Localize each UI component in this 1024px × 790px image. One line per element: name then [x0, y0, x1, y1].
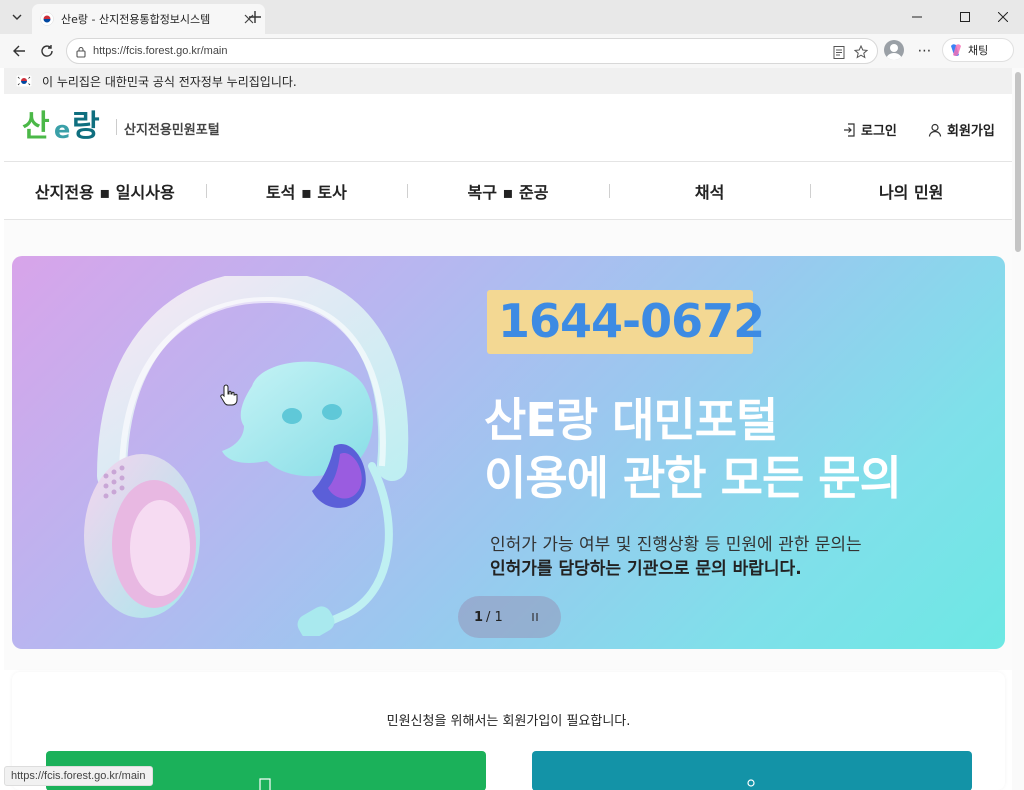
document-icon — [259, 778, 271, 790]
login-link[interactable]: 로그인 — [842, 120, 897, 139]
nav-item-my-applications[interactable]: 나의 민원 — [810, 162, 1012, 220]
logo-divider — [116, 119, 117, 135]
browser-tab-active[interactable]: 산e랑 - 산지전용통합정보시스템 — [32, 4, 265, 34]
refresh-icon[interactable] — [36, 40, 58, 62]
hand-cursor-icon — [220, 384, 238, 406]
pager-total: / 1 — [486, 609, 503, 625]
window-close-icon[interactable] — [980, 0, 1024, 34]
banner-headline-line2: 이용에 관한 모든 문의 — [484, 451, 902, 505]
lock-icon[interactable] — [73, 44, 89, 60]
site-subtitle: 산지전용민원포털 — [124, 123, 220, 138]
gov-official-banner: 이 누리집은 대한민국 공식 전자정부 누리집입니다. — [4, 68, 1012, 94]
browser-toolbar: https://fcis.forest.go.kr/main — [0, 34, 1024, 68]
copilot-button[interactable]: 채팅 — [942, 38, 1014, 62]
address-bar[interactable]: https://fcis.forest.go.kr/main — [66, 38, 878, 64]
svg-text:산: 산 — [22, 109, 50, 144]
minimize-icon[interactable] — [894, 0, 940, 34]
banner-description-line1: 인허가 가능 여부 및 진행상황 등 민원에 관한 문의는 — [490, 535, 862, 555]
more-menu-icon[interactable]: ⋯ — [916, 42, 934, 60]
copilot-label: 채팅 — [968, 44, 989, 57]
headset-illustration — [84, 276, 409, 636]
favorite-star-icon[interactable] — [853, 44, 869, 60]
back-arrow-icon[interactable] — [8, 40, 30, 62]
scrollbar-thumb[interactable] — [1015, 72, 1021, 252]
banner-headline-line1: 산E랑 대민포털 — [484, 393, 778, 447]
page-scrollbar[interactable] — [1012, 68, 1024, 790]
business-signup-button[interactable] — [532, 751, 972, 790]
copilot-icon — [951, 44, 961, 56]
signup-notice-card: 민원신청을 위해서는 회원가입이 필요합니다. — [12, 672, 1005, 790]
signup-label: 회원가입 — [947, 124, 995, 139]
new-tab-plus-icon[interactable] — [246, 8, 264, 26]
korea-flag-favicon-icon — [40, 12, 54, 26]
main-banner-slide[interactable]: 1644-0672 산E랑 대민포털 이용에 관한 모든 문의 인허가 가능 여… — [12, 256, 1005, 649]
pager-current: 1 — [474, 609, 484, 625]
link-status-bar: https://fcis.forest.go.kr/main — [4, 766, 153, 786]
nav-item-forest-conversion[interactable]: 산지전용 ▪ 일시사용 — [4, 162, 206, 220]
url-text: https://fcis.forest.go.kr/main — [93, 45, 228, 57]
nav-item-quarrying[interactable]: 채석 — [608, 162, 811, 220]
person-icon — [747, 779, 755, 787]
signup-link[interactable]: 회원가입 — [928, 120, 995, 139]
tab-title: 산e랑 - 산지전용통합정보시스템 — [61, 13, 211, 26]
tab-list-chevron-icon[interactable] — [6, 6, 28, 28]
svg-text:e: e — [54, 116, 70, 144]
login-icon — [844, 122, 855, 137]
signup-required-notice: 민원신청을 위해서는 회원가입이 필요합니다. — [386, 714, 631, 729]
helpdesk-phone-number: 1644-0672 — [498, 294, 765, 348]
main-navigation: 산지전용 ▪ 일시사용 토석 ▪ 토사 복구 ▪ 준공 채석 나의 민원 — [4, 162, 1012, 220]
svg-text:랑: 랑 — [72, 109, 100, 144]
user-icon — [928, 123, 942, 137]
korea-flag-icon — [16, 75, 32, 87]
pause-icon[interactable] — [527, 609, 543, 625]
site-header: 산 e 랑 산지전용민원포털 로그인 회원가입 — [4, 94, 1012, 162]
reader-mode-icon[interactable] — [831, 44, 847, 60]
banner-description-line2: 인허가를 담당하는 기관으로 문의 바랍니다. — [490, 559, 802, 579]
banner-pager: 1 / 1 — [458, 596, 561, 638]
site-logo[interactable]: 산 e 랑 — [22, 102, 112, 152]
gov-banner-text: 이 누리집은 대한민국 공식 전자정부 누리집입니다. — [42, 74, 297, 89]
login-label: 로그인 — [861, 124, 897, 139]
nav-item-restoration[interactable]: 복구 ▪ 준공 — [407, 162, 609, 220]
browser-tabstrip: 산e랑 - 산지전용통합정보시스템 — [0, 0, 1024, 34]
nav-item-soil-stone[interactable]: 토석 ▪ 토사 — [205, 162, 408, 220]
profile-avatar[interactable] — [884, 40, 904, 60]
